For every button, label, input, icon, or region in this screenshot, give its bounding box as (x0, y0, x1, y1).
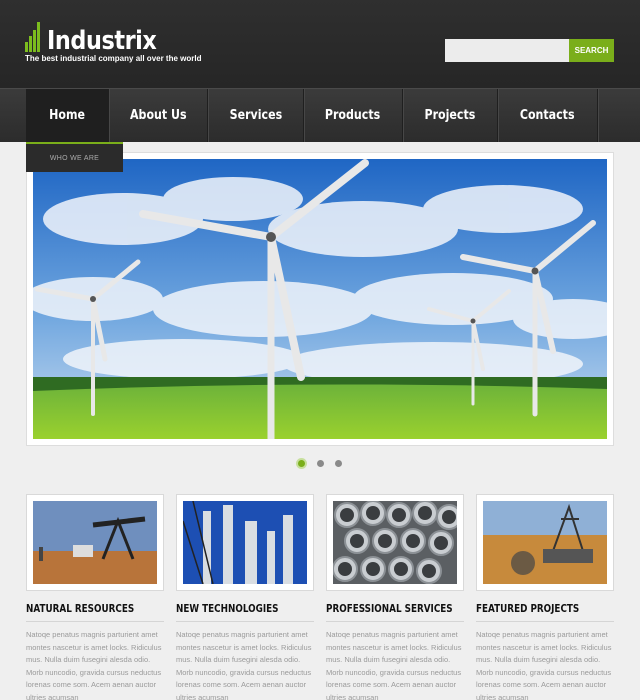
wind-turbines-image (33, 159, 607, 439)
slider-dot-1[interactable] (296, 458, 307, 469)
divider (176, 621, 314, 622)
feature-title: NEW TECHNOLOGIES (176, 602, 279, 615)
nav-item-products[interactable]: Products (304, 89, 403, 142)
feature-text: Natoqe penatus magnis parturient amet mo… (476, 630, 612, 700)
feature-thumbnail[interactable] (26, 494, 164, 591)
feature-featured-projects: FEATURED PROJECTS Natoqe penatus magnis … (476, 494, 614, 700)
main-nav: Home About Us Services Products Projects… (0, 88, 640, 142)
submenu-who-we-are[interactable]: WHO WE ARE (26, 142, 123, 172)
feature-professional-services: PROFESSIONAL SERVICES Natoqe penatus mag… (326, 494, 464, 700)
refinery-image (183, 501, 307, 584)
feature-natural-resources: NATURAL RESOURCES Natoqe penatus magnis … (26, 494, 164, 700)
mining-excavator-image (483, 501, 607, 584)
slider-dot-2[interactable] (317, 460, 324, 467)
divider (26, 621, 164, 622)
search-input[interactable] (445, 39, 569, 62)
nav-item-about-us[interactable]: About Us (109, 89, 208, 142)
nav-label: Products (325, 108, 381, 123)
search-button[interactable]: SEARCH (569, 39, 614, 62)
feature-title: PROFESSIONAL SERVICES (326, 602, 453, 615)
feature-new-technologies: NEW TECHNOLOGIES Natoqe penatus magnis p… (176, 494, 314, 700)
feature-text: Natoqe penatus magnis parturient amet mo… (326, 630, 462, 700)
feature-title: NATURAL RESOURCES (26, 602, 135, 615)
feature-text: Natoqe penatus magnis parturient amet mo… (26, 630, 162, 700)
nav-label: About Us (129, 108, 187, 123)
nav-label: Contacts (520, 108, 575, 123)
divider (476, 621, 614, 622)
nav-item-home[interactable]: Home (26, 89, 109, 142)
feature-thumbnail[interactable] (176, 494, 314, 591)
logo-tagline: The best industrial company all over the… (25, 54, 202, 63)
nav-label: Home (49, 108, 85, 123)
nav-item-projects[interactable]: Projects (403, 89, 498, 142)
steel-pipes-image (333, 501, 457, 584)
nav-label: Services (229, 108, 282, 123)
feature-thumbnail[interactable] (476, 494, 614, 591)
hero-slider (26, 152, 614, 446)
feature-title: FEATURED PROJECTS (476, 602, 580, 615)
nav-item-services[interactable]: Services (208, 89, 304, 142)
nav-item-contacts[interactable]: Contacts (498, 89, 598, 142)
slider-dot-3[interactable] (335, 460, 342, 467)
logo-title: Industrix (47, 26, 157, 56)
feature-thumbnail[interactable] (326, 494, 464, 591)
logo-bars-icon (25, 22, 45, 52)
divider (326, 621, 464, 622)
feature-text: Natoqe penatus magnis parturient amet mo… (176, 630, 312, 700)
site-header: Industrix The best industrial company al… (0, 0, 640, 88)
oil-pump-image (33, 501, 157, 584)
nav-label: Projects (424, 108, 476, 123)
